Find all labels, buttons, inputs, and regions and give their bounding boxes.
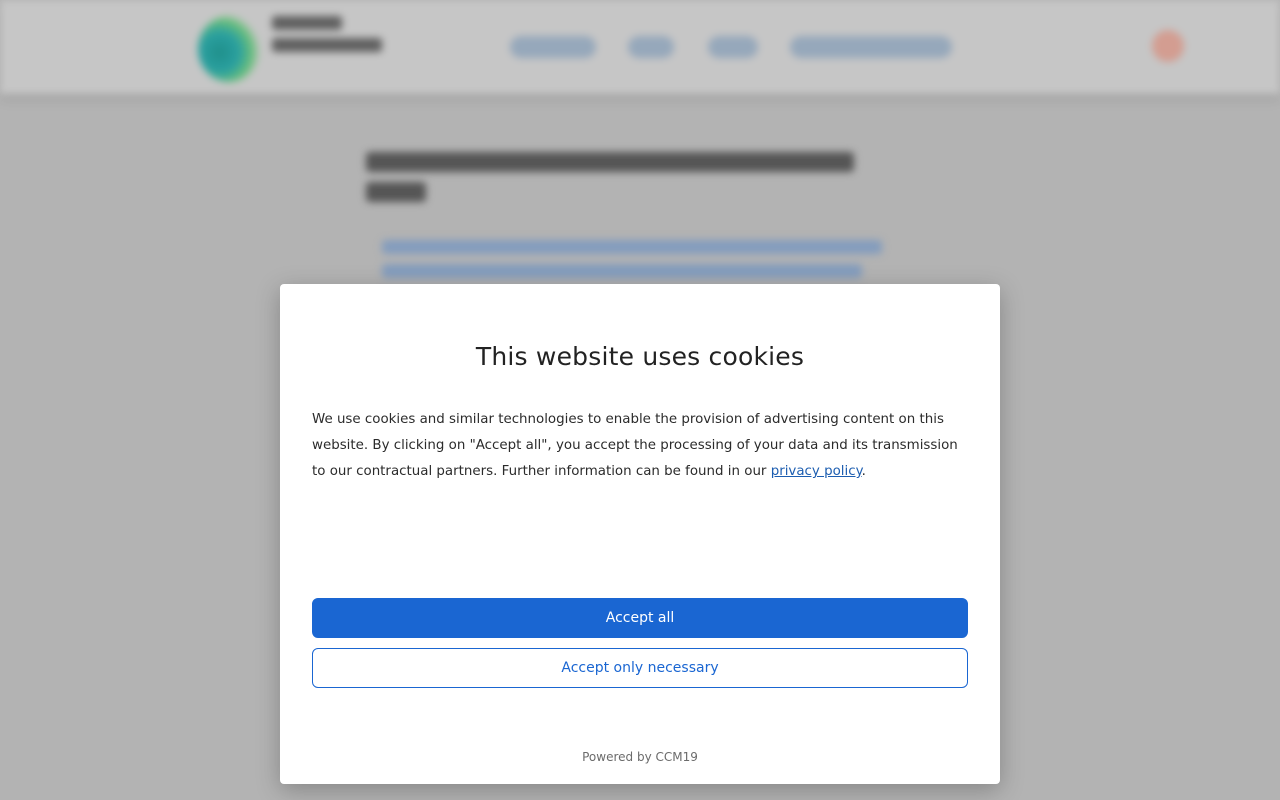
dialog-description: We use cookies and similar technologies … — [312, 407, 972, 485]
accept-necessary-button[interactable]: Accept only necessary — [312, 648, 968, 688]
cookie-consent-dialog: This website uses cookies We use cookies… — [280, 284, 1000, 784]
dialog-body-end: . — [861, 464, 866, 479]
article-title — [366, 152, 856, 208]
logo-wordmark — [272, 16, 392, 76]
accept-all-button[interactable]: Accept all — [312, 598, 968, 638]
powered-by-label: Powered by CCM19 — [582, 750, 698, 764]
nav-item — [790, 36, 952, 58]
logo-mark-icon — [198, 16, 260, 82]
user-icon — [1152, 30, 1184, 62]
article-link — [382, 264, 862, 278]
dialog-title: This website uses cookies — [475, 342, 805, 371]
site-header — [0, 0, 1280, 94]
site-logo — [196, 10, 396, 85]
nav-item — [628, 36, 674, 58]
nav-item — [708, 36, 758, 58]
article-link — [382, 240, 882, 254]
nav-item — [510, 36, 596, 58]
privacy-policy-link[interactable]: privacy policy — [771, 464, 862, 479]
